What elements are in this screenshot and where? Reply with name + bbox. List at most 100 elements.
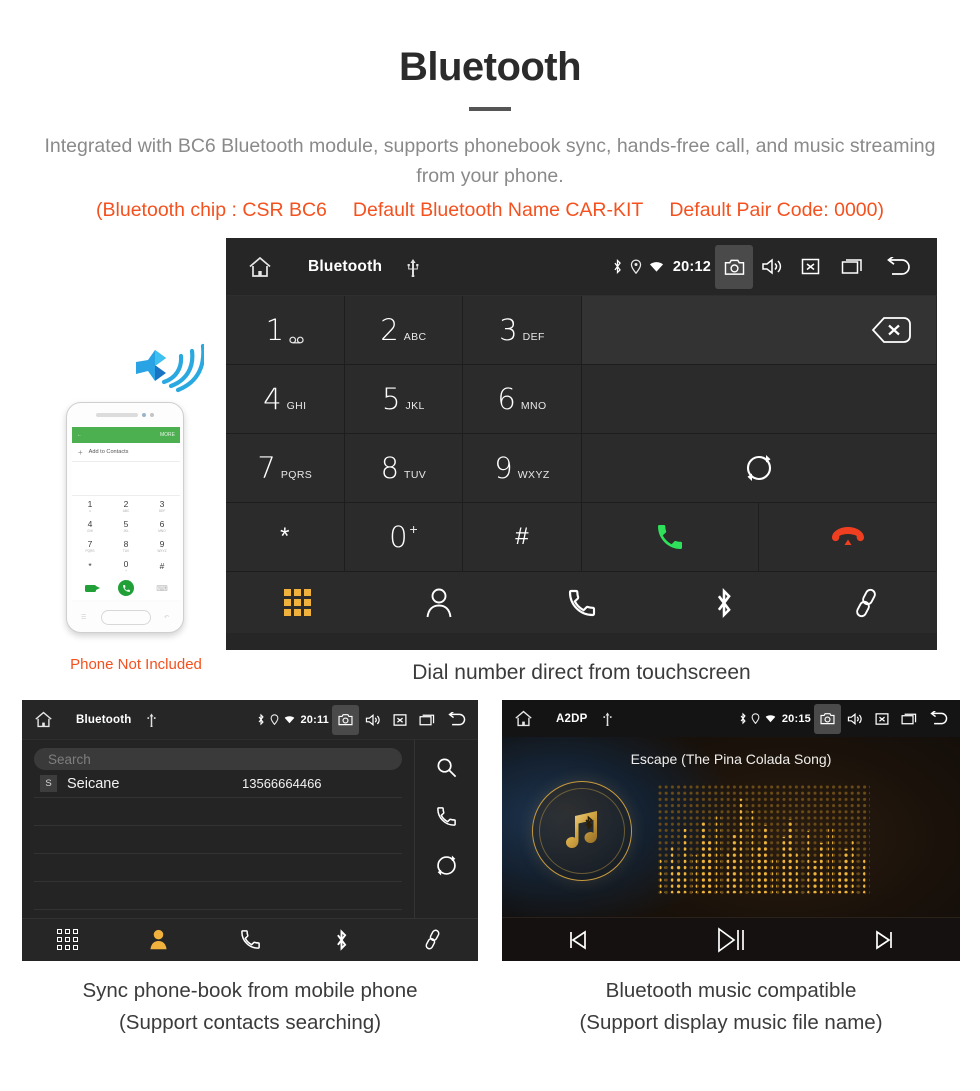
keypad-row: 4 GHI 5 JKL 6 MNO — [226, 365, 582, 434]
dialer-blank-area — [582, 365, 936, 434]
contact-row-empty — [34, 854, 402, 882]
key-4[interactable]: 4 GHI — [226, 365, 345, 434]
phone-appbar: ← MORE — [72, 427, 180, 443]
close-box-icon[interactable] — [868, 704, 895, 734]
statusbar-right-group: 20:12 — [610, 244, 921, 289]
music-statusbar: A2DP 20:15 — [502, 700, 960, 737]
back-icon[interactable] — [922, 704, 954, 734]
key-9[interactable]: 9 WXYZ — [463, 434, 582, 503]
skip-next-icon — [872, 928, 896, 952]
key-7[interactable]: 7 PQRS — [226, 434, 345, 503]
spec-line: (Bluetooth chip : CSR BC6 Default Blueto… — [20, 199, 960, 222]
key-hash[interactable]: # — [463, 503, 582, 572]
dock-item-bluetooth[interactable] — [653, 586, 795, 620]
dock-item-dialpad[interactable] — [226, 589, 368, 616]
spec-chip: (Bluetooth chip : CSR BC6 — [96, 199, 327, 221]
dock-item-calllog[interactable] — [204, 928, 295, 951]
dock-item-link[interactable] — [387, 928, 478, 951]
music-title: A2DP — [556, 712, 588, 725]
dock-item-dialpad[interactable] — [22, 929, 113, 950]
phone-key: 4 GHI — [72, 516, 108, 536]
volume-icon[interactable] — [753, 245, 791, 289]
phone-key-sub: TUV — [122, 548, 130, 553]
recents-icon[interactable] — [413, 705, 440, 735]
phone-key: 2 ABC — [108, 496, 144, 516]
phone-back-key: ↶ — [163, 615, 169, 621]
next-button[interactable] — [807, 928, 960, 952]
key-letters: WXYZ — [517, 469, 550, 481]
play-pause-button[interactable] — [655, 926, 808, 954]
key-2[interactable]: 2 ABC — [344, 296, 464, 365]
key-number: 6 — [497, 382, 516, 416]
phone-key-sub: ∞ — [88, 508, 92, 513]
phone-number-field — [72, 462, 180, 496]
dock-item-link[interactable] — [795, 587, 937, 619]
close-box-icon[interactable] — [386, 705, 413, 735]
phone-key-num: 1 — [87, 498, 93, 509]
sync-button[interactable] — [582, 434, 936, 503]
wifi-icon — [763, 714, 779, 723]
key-1[interactable]: 1 — [226, 296, 345, 365]
phone-videocall-icon — [72, 584, 108, 592]
key-0[interactable]: 0 + — [344, 503, 464, 572]
search-input[interactable]: Search — [34, 748, 402, 770]
camera-icon[interactable] — [814, 703, 841, 734]
link-icon — [851, 587, 881, 619]
phone-key-num: 0 — [123, 558, 129, 569]
key-3[interactable]: 3 DEF — [463, 296, 582, 365]
key-number: 8 — [380, 451, 400, 485]
caption-phonebook: Sync phone-book from mobile phone (Suppo… — [22, 975, 478, 1039]
bluetooth-wave-icon — [120, 340, 204, 402]
volume-icon[interactable] — [841, 704, 868, 734]
dock-item-bluetooth[interactable] — [296, 928, 387, 952]
number-display[interactable] — [582, 296, 936, 365]
search-icon[interactable] — [435, 756, 458, 779]
call-button[interactable] — [582, 503, 759, 571]
camera-icon[interactable] — [332, 704, 359, 735]
key-8[interactable]: 8 TUV — [344, 434, 464, 503]
hangup-button[interactable] — [759, 503, 936, 571]
home-icon[interactable] — [248, 256, 282, 278]
phonebook-list-area: Search S Seicane 13566664466 — [22, 740, 414, 918]
contact-row[interactable]: S Seicane 13566664466 — [34, 770, 402, 798]
dialer-statusbar: Bluetooth 20:12 — [226, 238, 937, 296]
close-box-icon[interactable] — [791, 245, 829, 289]
back-icon[interactable] — [875, 245, 921, 289]
volume-icon[interactable] — [359, 705, 386, 735]
key-5[interactable]: 5 JKL — [344, 365, 464, 434]
key-6[interactable]: 6 MNO — [463, 365, 582, 434]
key-number: # — [515, 523, 529, 550]
keypad-row: * 0 + # — [226, 503, 582, 572]
dock-item-calllog[interactable] — [510, 587, 652, 619]
phone-key-num: 5 — [123, 518, 129, 529]
key-star[interactable]: * — [226, 503, 345, 572]
recents-icon[interactable] — [895, 704, 922, 734]
handset-icon[interactable] — [435, 805, 458, 828]
phone-menu-key: ☰ — [81, 615, 87, 621]
previous-button[interactable] — [502, 928, 655, 952]
phone-more-label: MORE — [160, 432, 175, 438]
back-icon[interactable] — [440, 705, 472, 735]
backspace-icon[interactable] — [871, 316, 913, 344]
sync-icon — [744, 453, 774, 483]
key-letters: TUV — [404, 469, 427, 481]
camera-icon[interactable] — [715, 244, 753, 289]
dock-item-contacts[interactable] — [113, 928, 204, 951]
home-icon[interactable] — [34, 711, 58, 728]
person-icon — [148, 928, 169, 951]
phone-home-button — [101, 610, 151, 625]
phone-key-sub: PQRS — [85, 548, 95, 553]
spec-paircode: Default Pair Code: 0000) — [669, 199, 884, 221]
dialpad-icon — [57, 929, 79, 950]
location-icon — [626, 259, 646, 274]
sync-icon[interactable] — [435, 854, 458, 877]
recents-icon[interactable] — [829, 245, 875, 289]
key-letters: MNO — [520, 400, 547, 412]
dock-item-contacts[interactable] — [368, 587, 510, 619]
location-icon — [267, 714, 281, 725]
contact-initial-badge: S — [40, 775, 57, 792]
home-icon[interactable] — [514, 710, 538, 727]
statusbar-right-group: 20:11 — [255, 704, 472, 735]
key-number: * — [280, 523, 290, 550]
phone-key-sub: WXYZ — [157, 548, 167, 553]
